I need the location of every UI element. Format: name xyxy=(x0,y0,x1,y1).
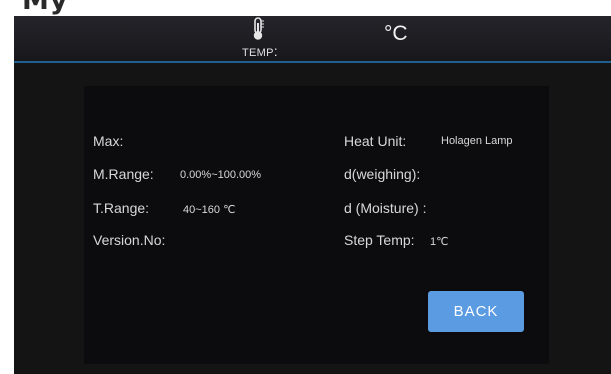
device-screen: TEMP: °C Max: M.Range: 0.00%~100.00% T.R… xyxy=(14,16,611,374)
back-button[interactable]: BACK xyxy=(428,291,524,332)
m-range-value: 0.00%~100.00% xyxy=(180,169,262,181)
thermometer-icon xyxy=(253,17,264,40)
max-label: Max: xyxy=(93,133,124,149)
temperature-unit: °C xyxy=(384,22,408,45)
step-temp-value: 1℃ xyxy=(430,236,449,248)
window-title-fragment: My xyxy=(0,0,611,16)
heat-unit-value: Holagen Lamp xyxy=(441,135,513,147)
back-button-label: BACK xyxy=(453,303,499,320)
version-label: Version.No: xyxy=(93,232,166,248)
t-range-value: 40~160 ℃ xyxy=(183,204,236,216)
window-title-text: My xyxy=(22,0,69,16)
t-range-label: T.Range: xyxy=(93,200,150,216)
d-moisture-label: d (Moisture) : xyxy=(344,200,427,216)
header-bar: TEMP: °C xyxy=(14,16,611,63)
d-weighing-label: d(weighing): xyxy=(344,166,421,182)
temp-label-text: TEMP xyxy=(242,47,274,59)
temp-label-colon: : xyxy=(273,43,278,59)
heat-unit-label: Heat Unit: xyxy=(344,133,407,149)
m-range-label: M.Range: xyxy=(93,166,154,182)
step-temp-label: Step Temp: xyxy=(344,232,415,248)
temp-label: TEMP: xyxy=(242,43,278,59)
